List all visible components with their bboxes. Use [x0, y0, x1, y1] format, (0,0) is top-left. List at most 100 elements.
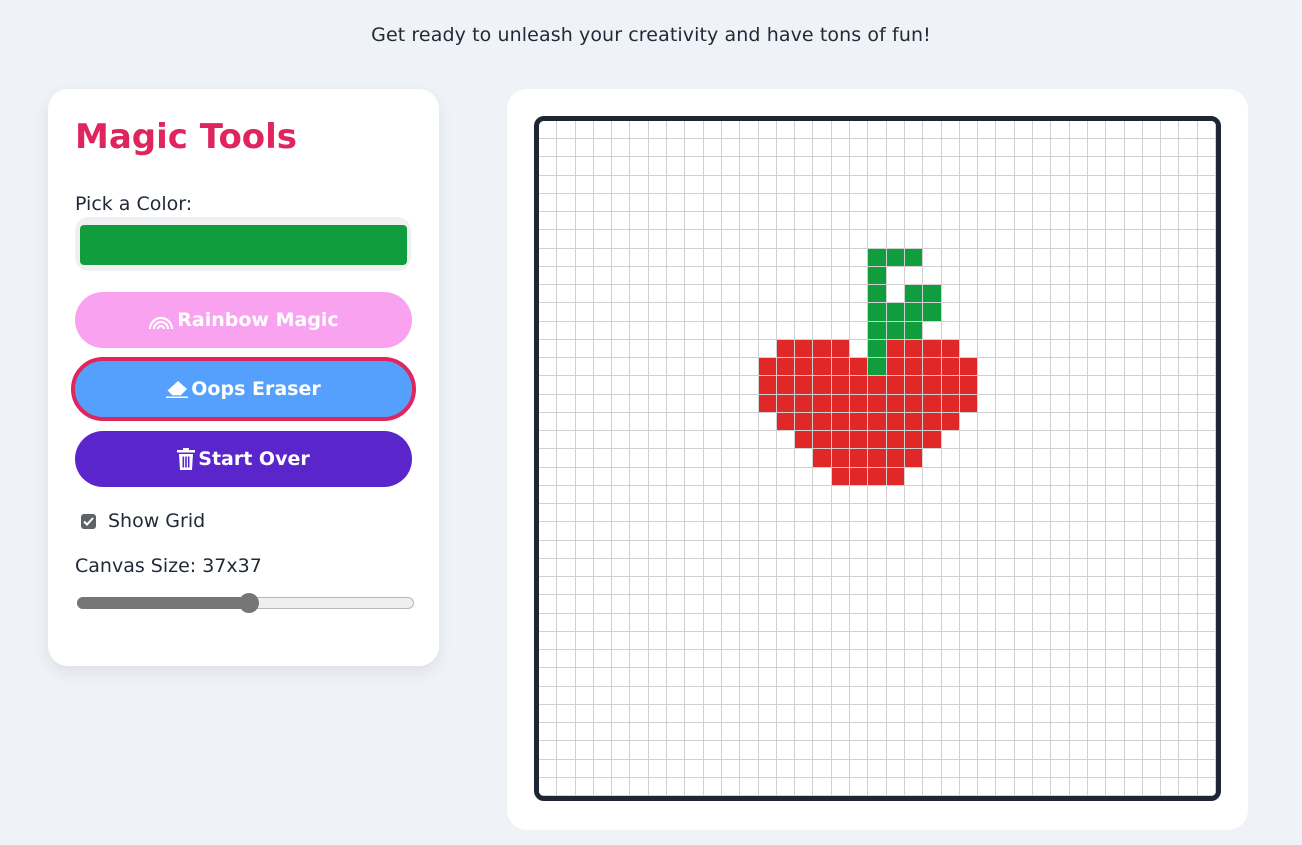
- pixel-cell[interactable]: [1179, 412, 1198, 432]
- pixel-cell[interactable]: [1142, 704, 1162, 724]
- pixel-cell[interactable]: [1051, 412, 1070, 432]
- pixel-cell[interactable]: [1179, 358, 1198, 377]
- pixel-cell[interactable]: [1197, 704, 1216, 724]
- pixel-cell[interactable]: [557, 449, 576, 468]
- pixel-cell[interactable]: [648, 303, 668, 322]
- pixel-cell[interactable]: [868, 595, 887, 614]
- pixel-cell[interactable]: [941, 303, 960, 322]
- pixel-cell[interactable]: [593, 759, 613, 778]
- pixel-cell[interactable]: [667, 777, 686, 796]
- pixel-cell[interactable]: [575, 759, 594, 778]
- pixel-cell[interactable]: [776, 467, 796, 486]
- pixel-cell[interactable]: [941, 577, 960, 596]
- pixel-cell[interactable]: [959, 230, 979, 249]
- pixel-cell[interactable]: [1087, 449, 1107, 468]
- pixel-cell[interactable]: [1179, 157, 1198, 176]
- pixel-cell[interactable]: [1033, 248, 1052, 267]
- pixel-cell[interactable]: [868, 704, 887, 724]
- pixel-cell[interactable]: [1142, 777, 1162, 796]
- pixel-cell[interactable]: [557, 394, 576, 413]
- pixel-cell[interactable]: [1124, 449, 1143, 468]
- pixel-cell[interactable]: [612, 467, 631, 486]
- pixel-cell[interactable]: [1197, 248, 1216, 267]
- pixel-cell[interactable]: [703, 175, 722, 194]
- pixel-cell[interactable]: [868, 431, 887, 450]
- pixel-cell[interactable]: [1142, 723, 1162, 742]
- pixel-cell[interactable]: [612, 248, 631, 267]
- pixel-cell[interactable]: [1014, 339, 1034, 359]
- pixel-cell[interactable]: [1179, 485, 1198, 505]
- pixel-cell[interactable]: [575, 449, 594, 468]
- pixel-cell[interactable]: [758, 157, 777, 176]
- pixel-cell[interactable]: [593, 504, 613, 523]
- pixel-cell[interactable]: [959, 266, 979, 286]
- pixel-cell[interactable]: [868, 193, 887, 213]
- pixel-cell[interactable]: [593, 358, 613, 377]
- pixel-cell[interactable]: [721, 376, 741, 395]
- pixel-cell[interactable]: [1033, 777, 1052, 796]
- pixel-cell[interactable]: [923, 303, 942, 322]
- pixel-cell[interactable]: [813, 631, 832, 651]
- pixel-cell[interactable]: [1179, 613, 1198, 632]
- pixel-cell[interactable]: [923, 577, 942, 596]
- pixel-cell[interactable]: [612, 686, 631, 705]
- pixel-cell[interactable]: [685, 504, 704, 523]
- pixel-cell[interactable]: [868, 723, 887, 742]
- pixel-cell[interactable]: [923, 230, 942, 249]
- pixel-cell[interactable]: [1033, 339, 1052, 359]
- pixel-cell[interactable]: [703, 686, 722, 705]
- pixel-cell[interactable]: [868, 449, 887, 468]
- pixel-cell[interactable]: [593, 723, 613, 742]
- pixel-cell[interactable]: [904, 686, 924, 705]
- pixel-cell[interactable]: [1106, 467, 1125, 486]
- pixel-cell[interactable]: [1197, 412, 1216, 432]
- pixel-cell[interactable]: [959, 121, 979, 140]
- pixel-cell[interactable]: [904, 230, 924, 249]
- pixel-cell[interactable]: [923, 504, 942, 523]
- pixel-cell[interactable]: [886, 139, 905, 158]
- pixel-cell[interactable]: [1087, 175, 1107, 194]
- pixel-cell[interactable]: [1087, 650, 1107, 669]
- pixel-cell[interactable]: [996, 321, 1015, 340]
- pixel-cell[interactable]: [996, 358, 1015, 377]
- pixel-cell[interactable]: [1197, 668, 1216, 687]
- pixel-cell[interactable]: [941, 631, 960, 651]
- pixel-cell[interactable]: [886, 631, 905, 651]
- pixel-cell[interactable]: [978, 613, 997, 632]
- pixel-cell[interactable]: [1087, 668, 1107, 687]
- pixel-cell[interactable]: [1033, 321, 1052, 340]
- pixel-cell[interactable]: [1087, 613, 1107, 632]
- pixel-cell[interactable]: [539, 303, 558, 322]
- pixel-cell[interactable]: [959, 558, 979, 578]
- pixel-cell[interactable]: [1033, 723, 1052, 742]
- pixel-cell[interactable]: [978, 686, 997, 705]
- pixel-cell[interactable]: [1033, 668, 1052, 687]
- pixel-cell[interactable]: [978, 650, 997, 669]
- pixel-cell[interactable]: [1106, 431, 1125, 450]
- pixel-cell[interactable]: [721, 686, 741, 705]
- pixel-cell[interactable]: [1124, 303, 1143, 322]
- pixel-cell[interactable]: [1124, 139, 1143, 158]
- pixel-cell[interactable]: [1014, 376, 1034, 395]
- pixel-cell[interactable]: [776, 358, 796, 377]
- pixel-cell[interactable]: [740, 412, 759, 432]
- pixel-cell[interactable]: [575, 339, 594, 359]
- pixel-cell[interactable]: [1014, 613, 1034, 632]
- pixel-cell[interactable]: [1106, 321, 1125, 340]
- pixel-cell[interactable]: [1197, 175, 1216, 194]
- pixel-cell[interactable]: [1087, 358, 1107, 377]
- pixel-cell[interactable]: [557, 686, 576, 705]
- pixel-cell[interactable]: [1197, 631, 1216, 651]
- pixel-cell[interactable]: [850, 741, 869, 760]
- pixel-cell[interactable]: [1161, 285, 1180, 304]
- pixel-cell[interactable]: [776, 686, 796, 705]
- pixel-cell[interactable]: [1051, 631, 1070, 651]
- pixel-cell[interactable]: [1179, 504, 1198, 523]
- pixel-cell[interactable]: [813, 285, 832, 304]
- pixel-cell[interactable]: [1014, 704, 1034, 724]
- pixel-cell[interactable]: [648, 650, 668, 669]
- pixel-cell[interactable]: [758, 723, 777, 742]
- pixel-cell[interactable]: [868, 522, 887, 541]
- pixel-cell[interactable]: [1161, 248, 1180, 267]
- pixel-cell[interactable]: [850, 686, 869, 705]
